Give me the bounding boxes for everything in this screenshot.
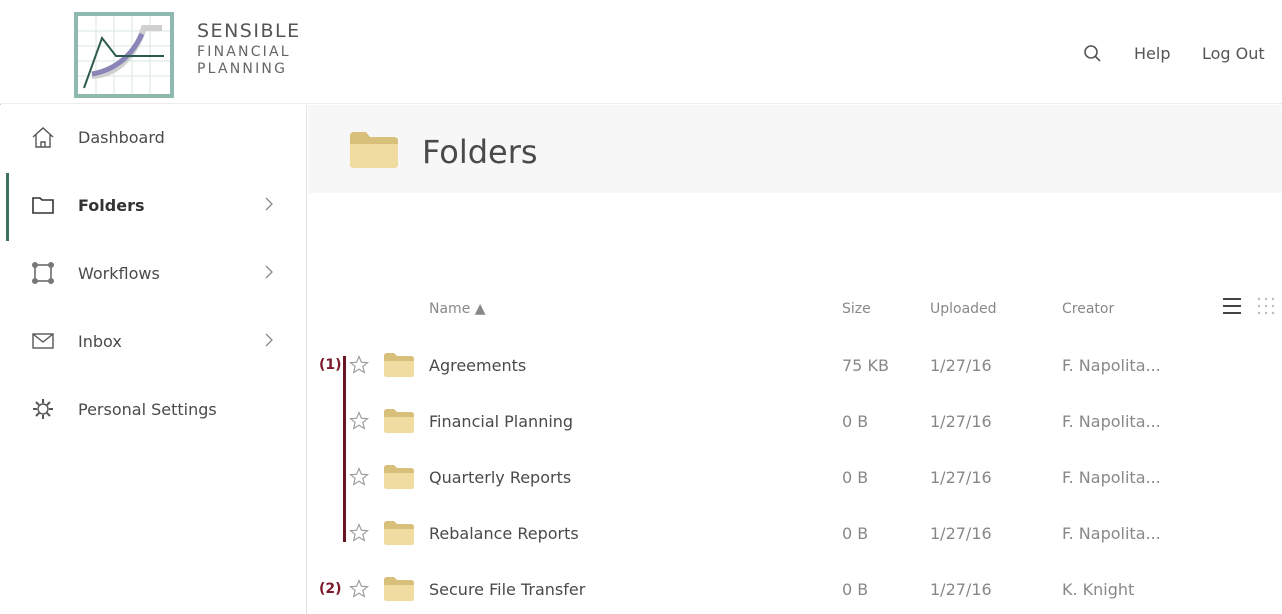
logo-chart-icon <box>78 16 170 94</box>
folder-uploaded: 1/27/16 <box>930 356 992 375</box>
home-icon <box>32 127 54 148</box>
folder-name[interactable]: Secure File Transfer <box>429 580 585 599</box>
folder-outline-icon <box>32 197 54 214</box>
folder-uploaded: 1/27/16 <box>930 412 992 431</box>
sidebar: Dashboard Folders Workflows Inbox Person… <box>0 105 307 614</box>
star-icon[interactable] <box>349 355 369 375</box>
table-row[interactable]: Financial Planning 0 B 1/27/16 F. Napoli… <box>308 393 1282 449</box>
sidebar-item-workflows[interactable]: Workflows <box>0 241 306 301</box>
sidebar-item-dashboard[interactable]: Dashboard <box>0 105 306 165</box>
logout-link[interactable]: Log Out <box>1202 44 1265 63</box>
folder-uploaded: 1/27/16 <box>930 580 992 599</box>
page-title: Folders <box>422 133 538 171</box>
folder-icon <box>384 353 414 377</box>
folder-size: 0 B <box>842 412 869 431</box>
sidebar-item-personal-settings[interactable]: Personal Settings <box>0 377 306 437</box>
folder-icon <box>350 132 398 168</box>
list-view-icon[interactable] <box>1222 296 1242 316</box>
brand-logo[interactable] <box>74 12 174 98</box>
sidebar-item-inbox[interactable]: Inbox <box>0 309 306 369</box>
grid-view-icon[interactable] <box>1256 296 1280 316</box>
chevron-right-icon <box>265 265 273 279</box>
column-header-uploaded[interactable]: Uploaded <box>930 301 997 317</box>
gear-icon <box>33 399 53 419</box>
column-header-size[interactable]: Size <box>842 301 871 317</box>
folder-icon <box>384 521 414 545</box>
folder-size: 0 B <box>842 580 869 599</box>
column-header-creator[interactable]: Creator <box>1062 301 1114 317</box>
chevron-right-icon <box>265 333 273 347</box>
table-row[interactable]: Rebalance Reports 0 B 1/27/16 F. Napolit… <box>308 505 1282 561</box>
folder-name[interactable]: Agreements <box>429 356 526 375</box>
folder-name[interactable]: Quarterly Reports <box>429 468 571 487</box>
page-header: Folders <box>308 105 1282 193</box>
top-header: SENSIBLE FINANCIAL PLANNING Help Log Out <box>0 0 1282 104</box>
star-icon[interactable] <box>349 411 369 431</box>
folder-creator: F. Napolita... <box>1062 412 1161 431</box>
folder-creator: F. Napolita... <box>1062 356 1161 375</box>
annotation-bracket <box>343 356 346 542</box>
sidebar-item-label: Folders <box>78 196 145 215</box>
sidebar-item-label: Dashboard <box>78 128 165 147</box>
column-header-name[interactable]: Name ▲ <box>429 301 486 317</box>
folder-uploaded: 1/27/16 <box>930 468 992 487</box>
folder-icon <box>384 577 414 601</box>
brand-line-1: SENSIBLE <box>197 20 301 42</box>
brand-name: SENSIBLE FINANCIAL PLANNING <box>197 20 301 77</box>
folder-name[interactable]: Financial Planning <box>429 412 573 431</box>
brand-line-3: PLANNING <box>197 61 288 77</box>
star-icon[interactable] <box>349 467 369 487</box>
table-row[interactable]: Quarterly Reports 0 B 1/27/16 F. Napolit… <box>308 449 1282 505</box>
folder-creator: F. Napolita... <box>1062 468 1161 487</box>
annotation-label: (2) <box>319 581 342 597</box>
envelope-icon <box>32 333 54 349</box>
star-icon[interactable] <box>349 579 369 599</box>
table-row[interactable]: (2) Secure File Transfer 0 B 1/27/16 K. … <box>308 561 1282 614</box>
folder-icon <box>384 409 414 433</box>
annotation-label: (1) <box>319 357 342 373</box>
chevron-right-icon <box>265 197 273 211</box>
table-row[interactable]: (1) Agreements 75 KB 1/27/16 F. Napolita… <box>308 337 1282 393</box>
folder-size: 0 B <box>842 524 869 543</box>
workflow-icon <box>32 262 54 284</box>
brand-line-2: FINANCIAL <box>197 44 291 60</box>
sidebar-item-label: Workflows <box>78 264 160 283</box>
folder-icon <box>384 465 414 489</box>
folder-creator: F. Napolita... <box>1062 524 1161 543</box>
folder-uploaded: 1/27/16 <box>930 524 992 543</box>
star-icon[interactable] <box>349 523 369 543</box>
folder-creator: K. Knight <box>1062 580 1135 599</box>
search-icon[interactable] <box>1083 44 1103 64</box>
help-link[interactable]: Help <box>1134 44 1170 63</box>
sidebar-item-label: Inbox <box>78 332 122 351</box>
folder-size: 75 KB <box>842 356 889 375</box>
folder-size: 0 B <box>842 468 869 487</box>
sidebar-item-label: Personal Settings <box>78 400 217 419</box>
sidebar-item-folders[interactable]: Folders <box>0 173 306 241</box>
folder-name[interactable]: Rebalance Reports <box>429 524 579 543</box>
